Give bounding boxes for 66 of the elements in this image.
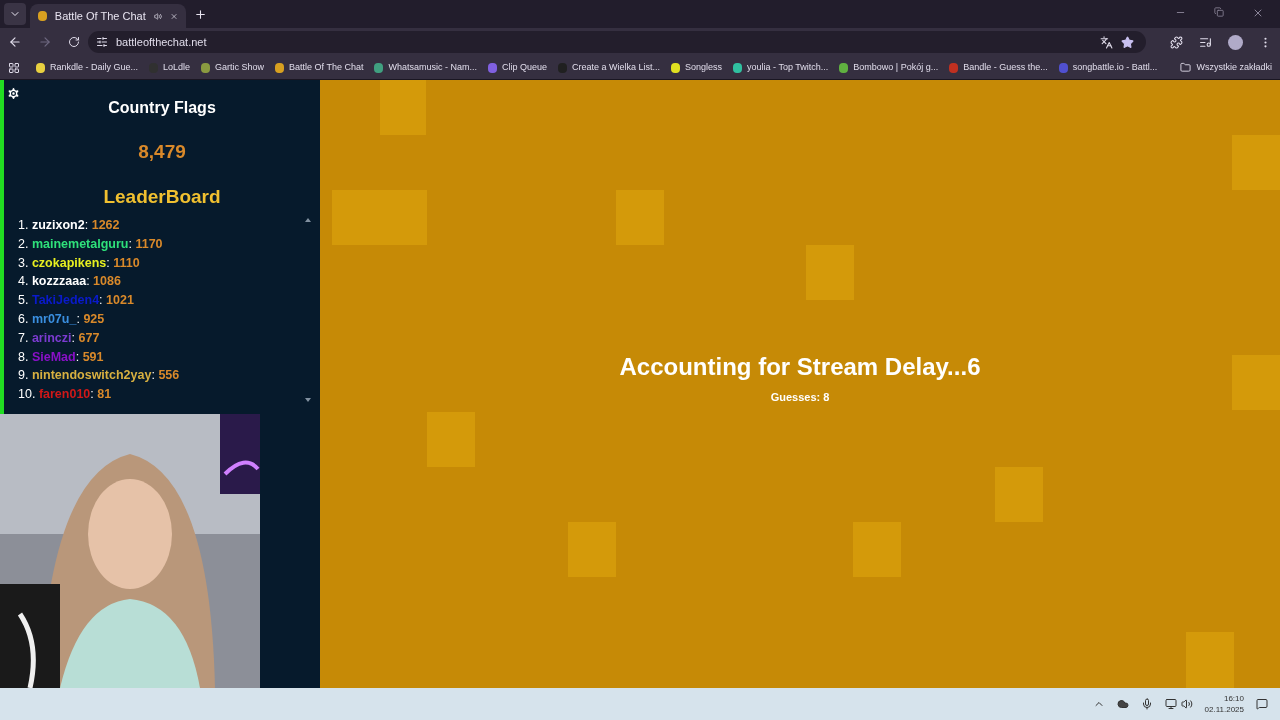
leaderboard-entry: 10. faren010: 81 (18, 386, 113, 404)
bookmark-item[interactable]: youlia - Top Twitch... (733, 60, 829, 75)
total-count: 8,479 (138, 140, 186, 164)
scroll-down-icon[interactable] (305, 397, 311, 402)
bookmark-item[interactable]: LoLdle (149, 60, 191, 75)
network-icon[interactable] (1164, 698, 1177, 710)
leaderboard-entry: 4. kozzzaaa: 1086 (18, 273, 122, 291)
speaker-icon[interactable] (1180, 698, 1193, 710)
bookmark-label: Battle Of The Chat (289, 60, 364, 74)
url-text: battleofthechat.net (116, 34, 208, 50)
extensions-icon[interactable] (1170, 35, 1183, 49)
bookmark-star-icon[interactable] (1121, 35, 1134, 49)
address-field[interactable]: battleofthechat.net (88, 31, 1146, 53)
bookmark-label: Bandle - Guess the... (963, 60, 1048, 74)
bookmark-label: youlia - Top Twitch... (747, 60, 829, 74)
leaderboard-entry: 3. czokapikens: 1110 (18, 254, 141, 272)
bookmark-label: songbattle.io - Battl... (1072, 60, 1158, 74)
bookmark-label: Rankdle - Daily Gue... (50, 60, 139, 74)
tab-search-button[interactable] (4, 3, 26, 25)
bookmark-item[interactable]: Songless (671, 60, 723, 75)
apps-icon[interactable] (8, 61, 20, 74)
bookmark-label: LoLdle (163, 60, 191, 74)
leaderboard-entry: 7. arinczi: 677 (18, 329, 101, 347)
bookmark-item[interactable]: Gartic Show (201, 60, 265, 75)
leaderboard-entry: 8. SieMad: 591 (18, 348, 105, 366)
bookmark-item[interactable]: songbattle.io - Battl... (1058, 60, 1158, 75)
bookmark-label: Gartic Show (215, 60, 265, 74)
leaderboard-entry: 1. zuzixon2: 1262 (18, 217, 121, 234)
bookmark-label: Clip Queue (502, 60, 548, 74)
category-title: Country Flags (108, 98, 216, 118)
leaderboard-entry: 6. mr07u_: 925 (18, 311, 106, 328)
translate-icon[interactable] (1100, 35, 1113, 49)
bookmark-label: Create a Wielka List... (572, 60, 661, 74)
bookmark-item[interactable]: Create a Wielka List... (558, 60, 661, 75)
settings-icon[interactable] (6, 86, 21, 101)
clock[interactable]: 16:10 02.11.2025 (1204, 693, 1244, 715)
scroll-up-icon[interactable] (305, 218, 311, 222)
bookmark-item[interactable]: Battle Of The Chat (275, 60, 364, 75)
back-icon[interactable] (8, 35, 22, 49)
notification-icon[interactable] (1256, 698, 1268, 710)
bookmark-label: Bombowo | Pokój g... (853, 60, 939, 74)
bookmark-item[interactable]: Clip Queue (488, 60, 548, 75)
profile-avatar[interactable] (1228, 34, 1243, 50)
bookmark-item[interactable]: Whatsamusic - Nam... (374, 60, 477, 75)
restore-icon[interactable] (1214, 7, 1224, 17)
cloud-icon[interactable] (1116, 698, 1129, 710)
leaderboard-entry: 9. nintendoswitch2yay: 556 (18, 367, 181, 385)
bookmark-label: Whatsamusic - Nam... (388, 60, 477, 74)
bookmark-item[interactable]: Rankdle - Daily Gue... (36, 60, 139, 75)
bookmark-item[interactable]: Bombowo | Pokój g... (839, 60, 939, 75)
guess-count: Guesses: 8 (770, 389, 830, 405)
microphone-icon[interactable] (1140, 698, 1153, 710)
reload-icon[interactable] (68, 36, 80, 48)
bookmark-item[interactable]: Bandle - Guess the... (949, 60, 1048, 75)
leaderboard-entry: 5. TakiJeden4: 1021 (18, 292, 135, 310)
media-icon[interactable] (1199, 35, 1212, 49)
tab-title: Battle Of The Chat (54, 8, 146, 24)
new-tab-icon[interactable] (194, 8, 207, 21)
status-message: Accounting for Stream Delay...6 (619, 351, 981, 382)
browser-tab[interactable]: Battle Of The Chat (30, 4, 186, 28)
all-bookmarks-button[interactable]: Wszystkie zakładki (1180, 60, 1272, 75)
leaderboard-title: LeaderBoard (103, 184, 221, 209)
leaderboard-entry: 2. mainemetalguru: 1170 (18, 235, 164, 253)
close-icon[interactable] (1252, 7, 1264, 19)
site-settings-icon[interactable] (96, 36, 108, 48)
bookmark-label: Songless (685, 60, 723, 74)
